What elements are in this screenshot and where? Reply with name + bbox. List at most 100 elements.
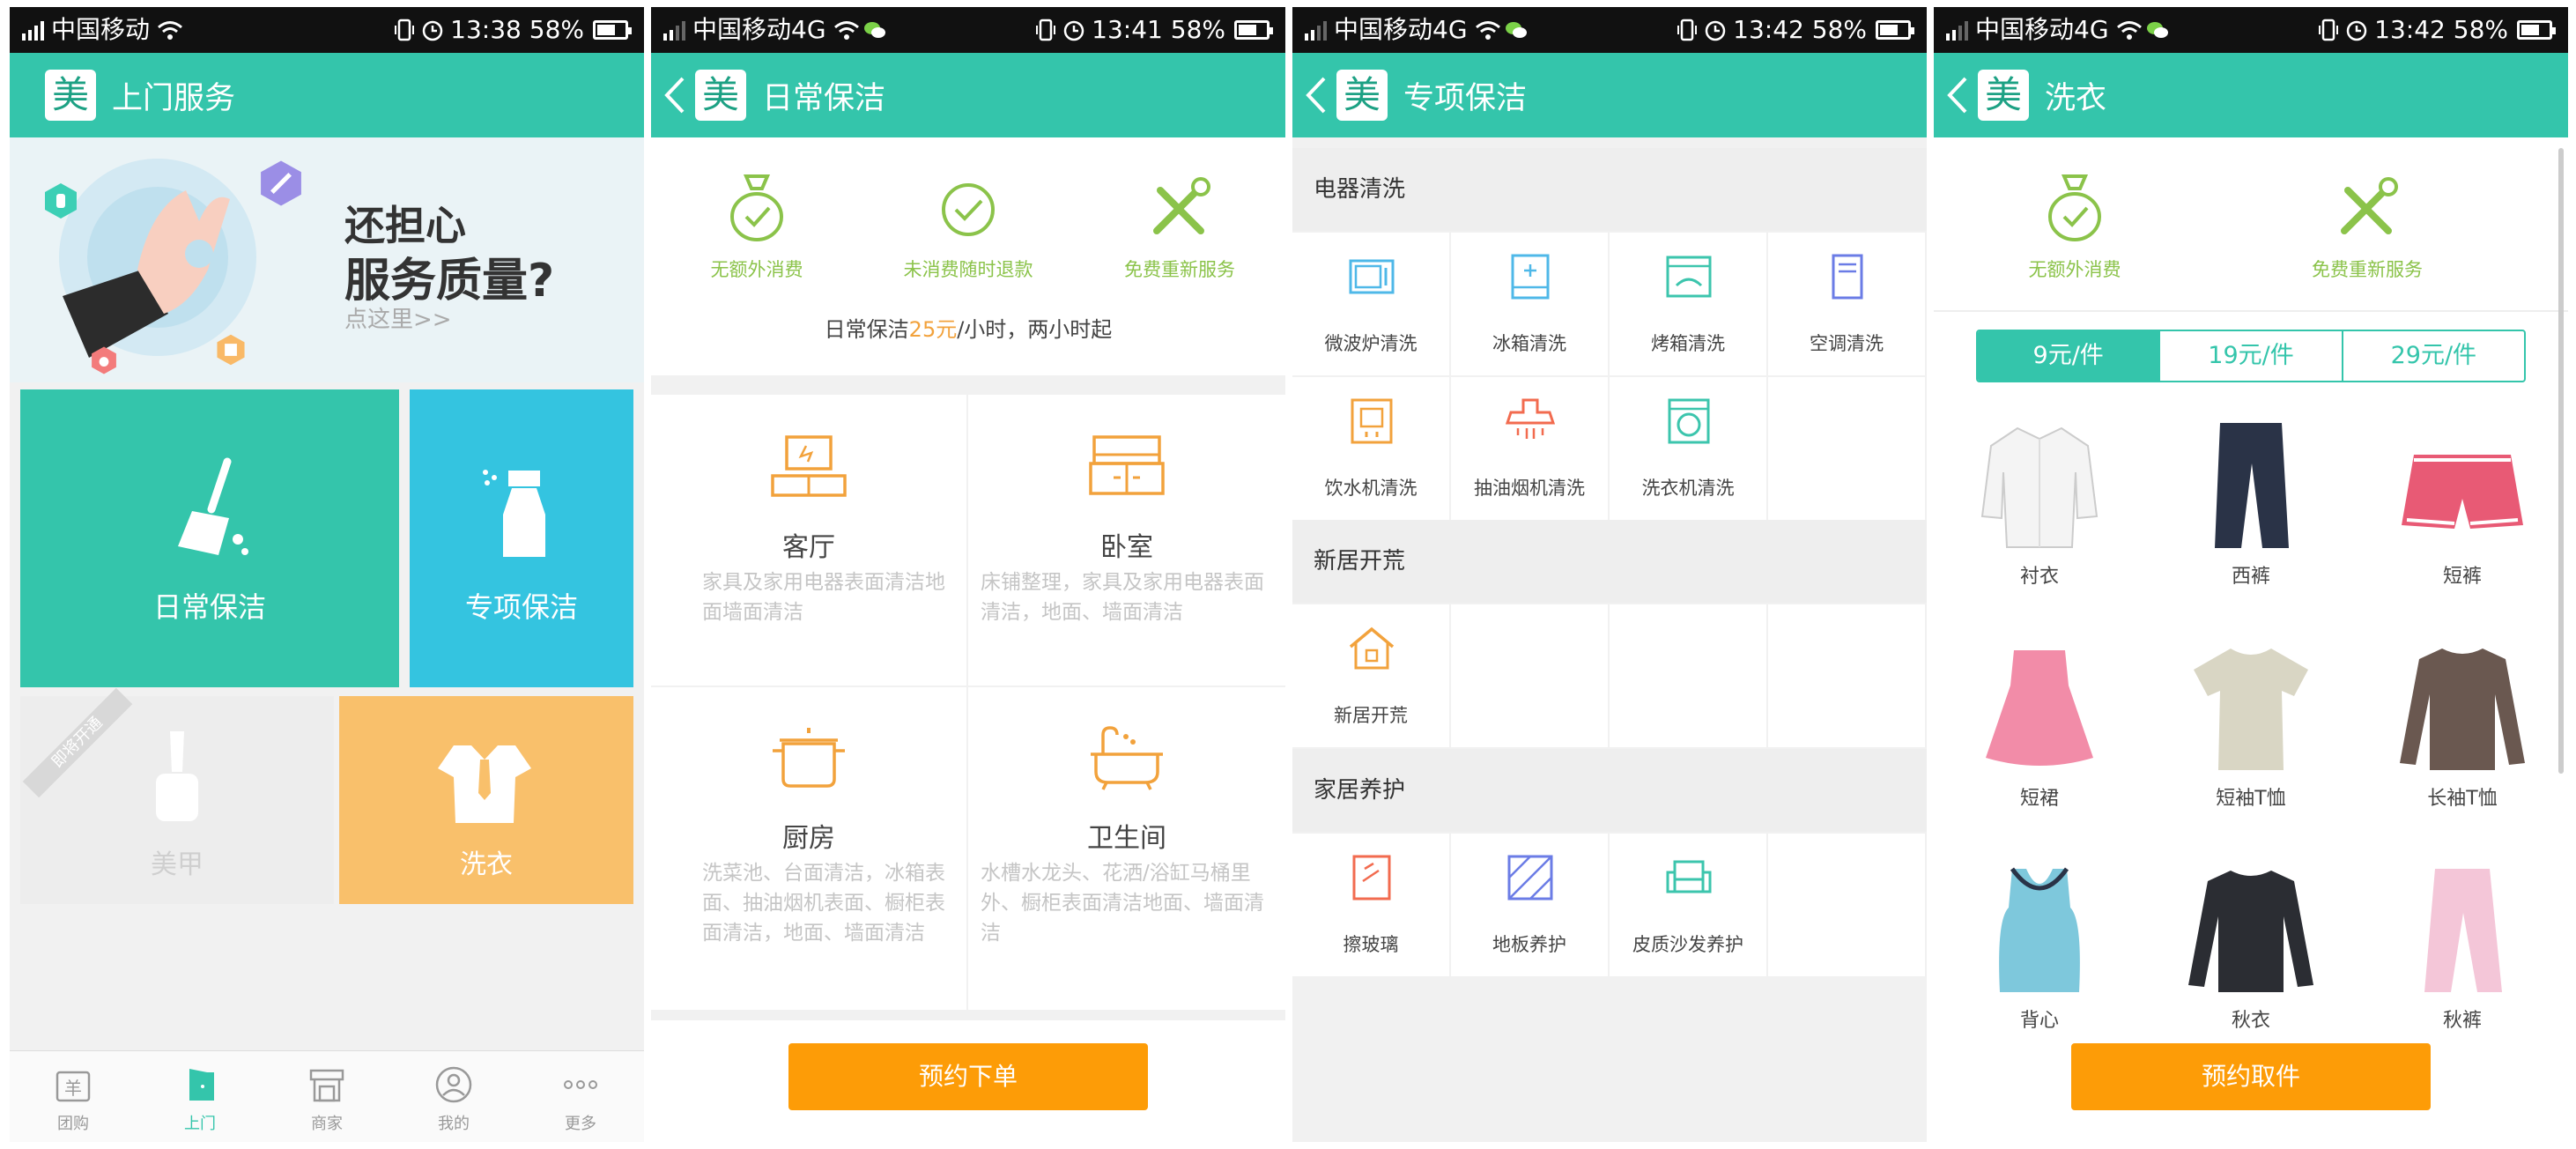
signal-icon: [1946, 19, 1968, 41]
price-tabs: 9元/件 19元/件 29元/件: [1976, 330, 2526, 382]
water-dispenser-icon: [1351, 398, 1393, 444]
room-bathroom[interactable]: 卫生间 水槽水龙头、花洒/浴缸马桶里外、橱柜表面清洁地面、墙面清洁: [968, 687, 1285, 1010]
wechat-icon: [863, 22, 885, 38]
wechat-icon: [2146, 22, 2168, 38]
item-aircon[interactable]: 空调清洗: [1768, 233, 1925, 375]
price-tab-29[interactable]: 29元/件: [2341, 331, 2524, 381]
book-order-button[interactable]: 预约下单: [788, 1043, 1148, 1110]
signal-icon: [663, 19, 685, 41]
sofa-icon: [1666, 860, 1712, 893]
window-icon: [1352, 855, 1391, 901]
price-tab-19[interactable]: 19元/件: [2158, 331, 2341, 381]
tab-home-service[interactable]: 上门: [137, 1051, 263, 1142]
cloth-thermal-pants[interactable]: 秋裤: [2383, 864, 2542, 1033]
oven-icon: [1666, 256, 1712, 298]
quality-banner[interactable]: 还担心 服务质量? 点这里>>: [10, 137, 644, 382]
carrier-label: 中国移动4G: [1334, 15, 1468, 44]
screen-laundry: 中国移动4G 13:42 58% 美 洗衣 无额外消费 免费重新服务 9元/件 …: [1934, 7, 2568, 1142]
back-arrow-icon[interactable]: [662, 73, 688, 117]
shirt-badge-icon: [217, 334, 245, 366]
item-window[interactable]: 擦玻璃: [1292, 834, 1449, 976]
wifi-icon: [2116, 21, 2142, 40]
tab-label: 更多: [565, 1115, 596, 1133]
tab-merchants[interactable]: 商家: [263, 1051, 390, 1142]
item-leather-sofa[interactable]: 皮质沙发养护: [1610, 834, 1766, 976]
screen-special-cleaning: 中国移动4G 13:42 58% 美 专项保洁 电器清洗 微波炉清洗 冰箱清洗 …: [1292, 7, 1927, 1142]
scrollbar[interactable]: [2558, 148, 2564, 774]
broom-icon: [178, 457, 248, 555]
item-label: 洗衣机清洗: [1641, 478, 1735, 499]
item-microwave[interactable]: 微波炉清洗: [1292, 233, 1449, 375]
money-bag-check-icon: [730, 174, 783, 241]
room-kitchen[interactable]: 厨房 洗菜池、台面清洁，冰箱表面、抽油烟机表面、橱柜表面清洁，地面、墙面清洁: [651, 687, 966, 1010]
back-arrow-icon[interactable]: [1944, 73, 1971, 117]
cloth-skirt[interactable]: 短裙: [1960, 641, 2119, 811]
item-label: 擦玻璃: [1343, 934, 1399, 955]
cloth-trousers[interactable]: 西裤: [2172, 419, 2330, 589]
item-label: 微波炉清洗: [1324, 333, 1418, 354]
tile-nail: 即将开通 美甲: [20, 687, 334, 904]
vibrate-icon: [395, 19, 415, 41]
broom-badge-icon: [261, 160, 301, 206]
price-tab-9[interactable]: 9元/件: [1978, 331, 2159, 381]
item-fridge[interactable]: 冰箱清洗: [1451, 233, 1608, 375]
cloth-label: 短裙: [2019, 788, 2059, 810]
house-icon: [1349, 626, 1395, 670]
battery-icon: [1876, 20, 1914, 40]
item-new-home[interactable]: 新居开荒: [1292, 604, 1449, 747]
group-buy-icon: 羊: [56, 1071, 91, 1102]
cloth-tshirt[interactable]: 短袖T恤: [2172, 641, 2330, 811]
book-pickup-button[interactable]: 预约取件: [2071, 1043, 2431, 1110]
cloth-vest[interactable]: 背心: [1960, 864, 2119, 1033]
tile-nail-label: 美甲: [151, 849, 204, 880]
cloth-label: 西裤: [2231, 566, 2270, 588]
app-logo: 美: [45, 70, 96, 121]
spray-bottle-icon: [483, 470, 545, 557]
empty-cell: [1768, 604, 1925, 747]
signal-icon: [1305, 19, 1327, 41]
promo-no-extra: 无额外消费: [1987, 171, 2163, 282]
tile-laundry[interactable]: 洗衣: [339, 696, 633, 904]
more-icon: [564, 1080, 597, 1089]
tile-daily-cleaning[interactable]: 日常保洁: [20, 389, 399, 687]
tools-icon: [1153, 177, 1210, 234]
back-arrow-icon[interactable]: [1303, 73, 1329, 117]
section-appliance: 电器清洗: [1292, 148, 1927, 231]
thermal-top-image: [2188, 871, 2313, 992]
svg-text:羊: 羊: [64, 1078, 82, 1099]
item-label: 空调清洗: [1810, 333, 1884, 354]
room-bedroom[interactable]: 卧室 床铺整理，家具及家用电器表面清洁，地面、墙面清洁: [968, 395, 1285, 686]
shirt-tie-icon: [438, 745, 531, 823]
item-washer[interactable]: 洗衣机清洗: [1610, 377, 1766, 520]
item-oven[interactable]: 烤箱清洗: [1610, 233, 1766, 375]
item-floor[interactable]: 地板养护: [1451, 834, 1608, 976]
tshirt-image: [2194, 649, 2308, 770]
cloth-thermal-top[interactable]: 秋衣: [2172, 864, 2330, 1033]
cloth-shorts[interactable]: 短裤: [2383, 419, 2542, 589]
banner-link[interactable]: 点这里>>: [344, 301, 452, 334]
tab-mine[interactable]: 我的: [390, 1051, 517, 1142]
bed-icon: [1089, 435, 1165, 495]
item-range-hood[interactable]: 抽油烟机清洗: [1451, 377, 1608, 520]
tile-daily-label: 日常保洁: [152, 590, 266, 624]
room-living[interactable]: 客厅 家具及家用电器表面清洁地面墙面清洁: [651, 395, 966, 686]
promo-label: 无额外消费: [710, 259, 803, 280]
check-circle-icon: [942, 183, 995, 236]
page-title: 洗衣: [2045, 80, 2107, 116]
cloth-longsleeve[interactable]: 长袖T恤: [2383, 641, 2542, 811]
skirt-image: [1986, 650, 2093, 766]
cloth-shirt[interactable]: 衬衣: [1960, 419, 2119, 589]
promo-refund: 未消费随时退款: [880, 171, 1056, 282]
app-logo: 美: [695, 70, 746, 121]
title-bar: 美 专项保洁: [1292, 53, 1927, 137]
item-label: 饮水机清洗: [1324, 478, 1418, 499]
tab-more[interactable]: 更多: [517, 1051, 644, 1142]
battery-label: 58%: [2453, 15, 2508, 44]
item-water-dispenser[interactable]: 饮水机清洗: [1292, 377, 1449, 520]
vibrate-icon: [2319, 19, 2339, 41]
item-label: 抽油烟机清洗: [1474, 478, 1585, 499]
battery-icon: [1234, 20, 1273, 40]
tab-group-buy[interactable]: 羊 团购: [10, 1051, 137, 1142]
carrier-label: 中国移动4G: [1975, 15, 2109, 44]
tile-special-cleaning[interactable]: 专项保洁: [410, 389, 633, 687]
